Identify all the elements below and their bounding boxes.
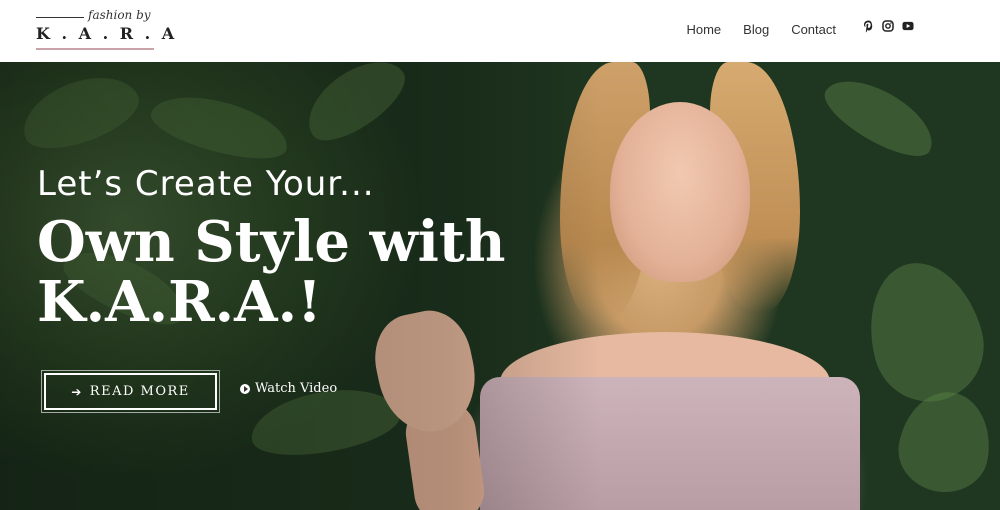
instagram-icon[interactable] <box>882 19 894 33</box>
logo-divider-top <box>36 17 84 18</box>
youtube-icon[interactable] <box>902 19 914 33</box>
watch-video-label: Watch Video <box>255 381 338 396</box>
read-more-button[interactable]: ➔ READ MORE <box>41 370 220 413</box>
social-links <box>862 19 914 33</box>
nav-contact[interactable]: Contact <box>791 22 836 37</box>
nav-blog[interactable]: Blog <box>743 22 769 37</box>
read-more-label: READ MORE <box>89 384 190 399</box>
site-logo[interactable]: fashion by K . A . R . A <box>34 8 174 52</box>
site-header: fashion by K . A . R . A Home Blog Conta… <box>0 0 1000 62</box>
hero-banner: Let’s Create Your... Own Style with K.A.… <box>0 62 1000 510</box>
watch-video-link[interactable]: Watch Video <box>240 381 337 396</box>
logo-divider-bottom <box>36 48 154 50</box>
arrow-right-icon: ➔ <box>71 384 83 399</box>
hero-headline: Own Style with K.A.R.A.! <box>37 209 506 335</box>
hero-kicker: Let’s Create Your... <box>37 164 375 204</box>
logo-wordmark: K . A . R . A <box>36 24 178 43</box>
nav-home[interactable]: Home <box>686 22 721 37</box>
pinterest-icon[interactable] <box>862 19 874 33</box>
play-icon <box>240 383 250 394</box>
main-nav: Home Blog Contact <box>686 22 836 37</box>
logo-script-text: fashion by <box>88 8 151 22</box>
